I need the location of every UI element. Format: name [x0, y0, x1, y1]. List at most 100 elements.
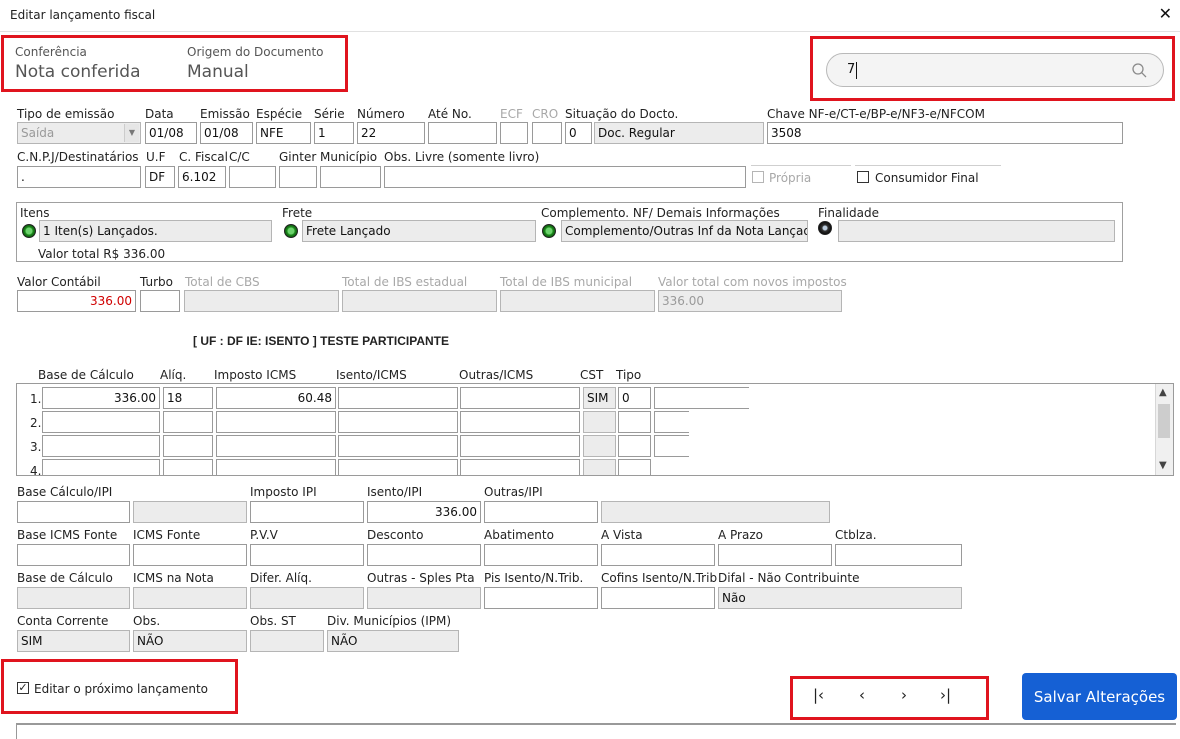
last-record-button[interactable]: ›|	[940, 686, 951, 704]
search-icon[interactable]	[1132, 63, 1147, 78]
municipio-label: Município	[320, 150, 378, 164]
base-calculo-label: Base de Cálculo	[17, 571, 113, 585]
close-icon[interactable]: ✕	[1159, 4, 1172, 23]
cc-field[interactable]	[229, 166, 276, 188]
scroll-up-icon[interactable]: ▲	[1159, 387, 1167, 398]
grid-cell-cst[interactable]	[583, 435, 616, 457]
cofins-isento-field[interactable]	[601, 587, 715, 609]
ate-no-field[interactable]	[428, 122, 497, 144]
grid-cell-outras[interactable]	[460, 411, 580, 433]
tipo-emissao-select[interactable]: Saída ▼	[17, 122, 141, 144]
cfiscal-field[interactable]: 6.102	[178, 166, 226, 188]
grid-cell-outras[interactable]	[460, 387, 580, 409]
grid-cell-extra[interactable]	[654, 411, 689, 433]
grid-cell-base[interactable]: 336.00	[42, 387, 160, 409]
grid-cell-cst[interactable]	[583, 459, 616, 475]
grid-cell-base[interactable]	[42, 411, 160, 433]
grid-cell-tipo[interactable]	[618, 459, 651, 475]
cnpj-field[interactable]: .	[17, 166, 141, 188]
frete-field[interactable]: Frete Lançado	[302, 220, 536, 242]
isento-ipi-field[interactable]: 336.00	[367, 501, 481, 523]
finalidade-field[interactable]	[838, 220, 1115, 242]
ctblza-label: Ctblza.	[835, 528, 877, 542]
municipio-field[interactable]	[320, 166, 381, 188]
numero-field[interactable]: 22	[357, 122, 425, 144]
pis-isento-field[interactable]	[484, 587, 598, 609]
obs-field: NÃO	[133, 630, 247, 652]
a-vista-field[interactable]	[601, 544, 715, 566]
grid-cell-extra[interactable]	[654, 387, 749, 409]
itens-field[interactable]: 1 Iten(s) Lançados.	[39, 220, 272, 242]
grid-cell-tipo[interactable]	[618, 435, 651, 457]
grid-cell-imposto[interactable]	[216, 459, 336, 475]
grid-cell-aliq[interactable]	[163, 459, 213, 475]
pis-isento-label: Pis Isento/N.Trib.	[484, 571, 584, 585]
save-changes-button[interactable]: Salvar Alterações	[1022, 673, 1177, 720]
outras-ipi-field[interactable]	[484, 501, 598, 523]
ecf-field[interactable]	[500, 122, 528, 144]
scroll-thumb[interactable]	[1158, 404, 1170, 438]
icms-fonte-field[interactable]	[133, 544, 247, 566]
grid-header-outras: Outras/ICMS	[459, 368, 534, 382]
cro-field[interactable]	[532, 122, 562, 144]
search-input[interactable]: 7	[826, 53, 1164, 87]
propria-checkbox[interactable]	[752, 171, 764, 183]
imposto-ipi-field[interactable]	[250, 501, 364, 523]
grid-cell-tipo[interactable]	[618, 411, 651, 433]
obs-livre-field[interactable]	[384, 166, 746, 188]
chave-field[interactable]: 3508	[767, 122, 1123, 144]
grid-cell-outras[interactable]	[460, 435, 580, 457]
a-prazo-field[interactable]	[718, 544, 832, 566]
grid-cell-isento[interactable]	[338, 387, 458, 409]
turbo-field[interactable]	[140, 290, 180, 312]
scroll-down-icon[interactable]: ▼	[1159, 460, 1167, 471]
icms-fonte-label: ICMS Fonte	[133, 528, 201, 542]
icms-grid[interactable]: 1. 336.00 18 60.48 SIM 0 2. 3. 4. ▲ ▼	[16, 383, 1174, 476]
obs-label: Obs.	[133, 614, 161, 628]
pvv-field[interactable]	[250, 544, 364, 566]
grid-cell-imposto[interactable]: 60.48	[216, 387, 336, 409]
grid-cell-isento[interactable]	[338, 411, 458, 433]
previous-record-button[interactable]: ‹	[859, 686, 865, 704]
next-record-button[interactable]: ›	[901, 686, 907, 704]
bottom-field[interactable]	[16, 723, 1176, 739]
grid-cell-isento[interactable]	[338, 459, 458, 475]
emissao-field[interactable]: 01/08	[200, 122, 253, 144]
abatimento-field[interactable]	[484, 544, 598, 566]
base-ipi-field[interactable]	[17, 501, 130, 523]
chevron-down-icon[interactable]: ▼	[124, 124, 139, 142]
grid-cell-outras[interactable]	[460, 459, 580, 475]
consumidor-final-checkbox[interactable]	[857, 171, 869, 183]
grid-cell-aliq[interactable]	[163, 435, 213, 457]
first-record-button[interactable]: |‹	[813, 686, 824, 704]
grid-cell-tipo[interactable]: 0	[618, 387, 651, 409]
grid-cell-base[interactable]	[42, 459, 160, 475]
uf-field[interactable]: DF	[145, 166, 175, 188]
grid-cell-aliq[interactable]: 18	[163, 387, 213, 409]
grid-cell-imposto[interactable]	[216, 435, 336, 457]
grid-cell-cst[interactable]	[583, 411, 616, 433]
situacao-code-field[interactable]: 0	[565, 122, 592, 144]
especie-field[interactable]: NFE	[256, 122, 311, 144]
grid-cell-extra[interactable]	[654, 435, 689, 457]
ipi-aliq-field	[133, 501, 247, 523]
desconto-field[interactable]	[367, 544, 481, 566]
ibs-estadual-label: Total de IBS estadual	[342, 275, 468, 289]
base-icms-fonte-field[interactable]	[17, 544, 130, 566]
grid-scrollbar[interactable]: ▲ ▼	[1155, 384, 1173, 475]
editar-proximo-checkbox[interactable]: ✓	[17, 682, 29, 694]
complemento-field[interactable]: Complemento/Outras Inf da Nota Lançad	[561, 220, 808, 242]
grid-cell-isento[interactable]	[338, 435, 458, 457]
grid-cell-base[interactable]	[42, 435, 160, 457]
tipo-emissao-value: Saída	[21, 126, 55, 140]
grid-cell-aliq[interactable]	[163, 411, 213, 433]
data-field[interactable]: 01/08	[145, 122, 197, 144]
div-municipios-field: NÃO	[327, 630, 459, 652]
ctblza-field[interactable]	[835, 544, 962, 566]
ginter-field[interactable]	[279, 166, 317, 188]
grid-cell-imposto[interactable]	[216, 411, 336, 433]
grid-cell-cst[interactable]: SIM	[583, 387, 616, 409]
ipi-extra-field	[601, 501, 830, 523]
valor-contabil-field[interactable]: 336.00	[17, 290, 136, 312]
serie-field[interactable]: 1	[314, 122, 354, 144]
